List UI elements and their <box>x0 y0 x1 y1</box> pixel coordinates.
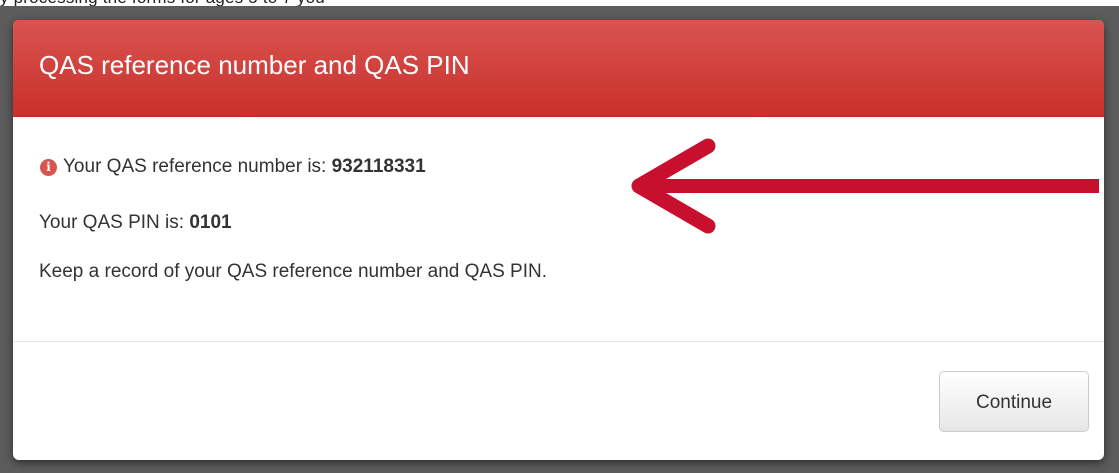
info-icon: i <box>40 159 57 176</box>
reference-number-value: 932118331 <box>331 156 426 177</box>
modal-dialog: QAS reference number and QAS PIN i Your Q… <box>13 20 1104 460</box>
reference-number-line: i Your QAS reference number is: 932118331 <box>40 155 426 179</box>
annotation-arrow-icon <box>631 138 1099 234</box>
pin-value: 0101 <box>189 212 232 233</box>
record-note: Keep a record of your QAS reference numb… <box>39 261 547 282</box>
reference-label: Your QAS reference number is: <box>63 156 332 177</box>
pin-label: Your QAS PIN is: <box>39 212 190 233</box>
modal-title: QAS reference number and QAS PIN <box>39 50 470 80</box>
continue-button[interactable]: Continue <box>939 371 1089 432</box>
modal-header: QAS reference number and QAS PIN <box>13 20 1104 117</box>
pin-line: Your QAS PIN is: 0101 <box>39 211 232 235</box>
modal-footer: Continue <box>13 341 1104 460</box>
